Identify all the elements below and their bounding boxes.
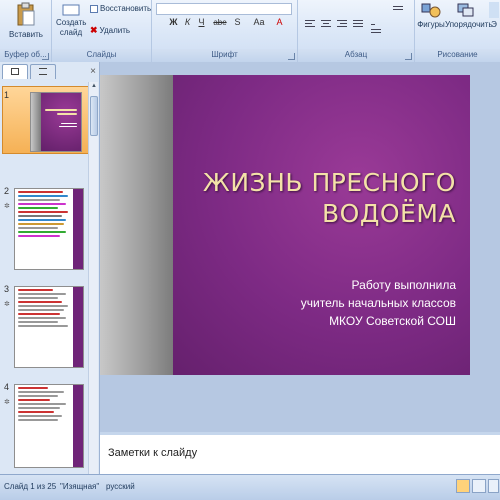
font-name-field[interactable]	[156, 3, 292, 15]
clipboard-dialog-launcher[interactable]	[42, 53, 49, 60]
normal-view-button[interactable]	[456, 479, 470, 493]
thumbnail-number: 1	[4, 90, 10, 100]
paste-label: Вставить	[9, 30, 43, 39]
columns-icon[interactable]	[370, 18, 382, 33]
slide-counter: Слайд 1 из 25	[4, 482, 57, 491]
font-color-button[interactable]: A	[274, 16, 285, 29]
quick-styles-label: Э	[491, 20, 497, 29]
delete-icon: ✖	[90, 25, 98, 35]
shapes-icon	[421, 2, 441, 18]
paragraph-group: Абзац	[298, 0, 415, 62]
quick-styles-button[interactable]: Э	[489, 2, 499, 29]
thumbnail-number: 3	[4, 284, 10, 294]
font-dialog-launcher[interactable]	[288, 53, 295, 60]
language-indicator[interactable]: русский	[106, 482, 135, 491]
slides-group: Создать слайд Восстановить ✖ Удалить Сла…	[52, 0, 152, 62]
font-group-label: Шрифт	[152, 49, 297, 62]
slideshow-view-button[interactable]	[488, 479, 499, 493]
paste-button[interactable]: Вставить	[3, 2, 49, 39]
tab-slides[interactable]	[2, 64, 28, 79]
subtitle-line: учитель начальных классов	[300, 296, 456, 310]
underline-button[interactable]: Ч	[196, 16, 207, 29]
shapes-button[interactable]: Фигуры	[417, 2, 445, 29]
thumbnail-row[interactable]: 3 ✲	[0, 282, 90, 370]
animation-icon: ✲	[4, 203, 10, 210]
arrange-label: Упорядочить	[445, 20, 493, 29]
thumbnail-number: 2	[4, 186, 10, 196]
slides-icon	[11, 68, 19, 75]
animation-icon: ✲	[4, 399, 10, 406]
slide-subtitle[interactable]: Работу выполнила учитель начальных класс…	[301, 276, 456, 330]
shadow-button[interactable]: S	[232, 16, 243, 29]
thumbnail-number: 4	[4, 382, 10, 392]
slide-decor-band	[100, 75, 173, 375]
scroll-up-icon[interactable]: ▲	[90, 83, 98, 93]
italic-button[interactable]: К	[182, 16, 193, 29]
slide-title-line: ВОДОЁМА	[321, 199, 456, 228]
clipboard-group: Вставить Буфер об...	[0, 0, 52, 62]
new-slide-icon	[62, 4, 80, 16]
new-slide-label: Создать слайд	[56, 18, 87, 37]
scroll-thumb[interactable]	[90, 96, 98, 136]
bold-button[interactable]: Ж	[168, 16, 179, 29]
align-left-icon[interactable]	[304, 18, 316, 29]
animation-icon: ✲	[4, 301, 10, 308]
align-right-icon[interactable]	[336, 18, 348, 29]
slide-sorter-view-button[interactable]	[472, 479, 486, 493]
restore-icon	[90, 4, 98, 13]
slides-panel: × 1 2 ✲ 3 ✲ 4 ✲ ▲	[0, 62, 100, 474]
theme-name: "Изящная"	[60, 482, 100, 491]
arrange-button[interactable]: Упорядочить	[445, 2, 493, 29]
delete-slide-button[interactable]: ✖ Удалить	[90, 25, 130, 36]
thumbnail-row[interactable]: 4 ✲	[0, 380, 90, 468]
subtitle-line: МКОУ Советской СОШ	[329, 314, 456, 328]
panel-tabs: ×	[0, 64, 100, 80]
quick-styles-icon	[489, 2, 499, 18]
text-direction-icon[interactable]	[392, 4, 404, 15]
ribbon: Вставить Буфер об... Создать слайд Восст…	[0, 0, 500, 62]
slide-canvas[interactable]: ЖИЗНЬ ПРЕСНОГО ВОДОЁМА Работу выполнила …	[100, 75, 470, 375]
change-case-button[interactable]: Аа	[252, 16, 266, 29]
slide-thumbnail[interactable]	[14, 286, 84, 368]
outline-icon	[39, 68, 47, 75]
delete-label: Удалить	[99, 26, 131, 35]
slides-group-label: Слайды	[52, 49, 151, 62]
notes-placeholder: Заметки к слайду	[108, 447, 198, 459]
font-group: Ж К Ч abe S Аа A Шрифт	[152, 0, 298, 62]
drawing-group: Фигуры Упорядочить Э Рисование	[415, 0, 500, 62]
slide-edit-area: ЖИЗНЬ ПРЕСНОГО ВОДОЁМА Работу выполнила …	[100, 62, 500, 432]
paragraph-dialog-launcher[interactable]	[405, 53, 412, 60]
arrange-icon	[456, 2, 476, 18]
thumbnail-row[interactable]: 2 ✲	[0, 184, 90, 272]
restore-button[interactable]: Восстановить	[90, 4, 151, 13]
paragraph-group-label: Абзац	[298, 49, 414, 62]
paste-icon	[16, 2, 36, 28]
slide-thumbnail[interactable]	[14, 188, 84, 270]
new-slide-button[interactable]: Создать слайд	[56, 4, 86, 38]
slide-thumbnail[interactable]	[14, 384, 84, 468]
shapes-label: Фигуры	[417, 20, 445, 29]
slide-title[interactable]: ЖИЗНЬ ПРЕСНОГО ВОДОЁМА	[203, 167, 456, 229]
panel-scrollbar[interactable]: ▲	[88, 82, 98, 474]
strikethrough-button[interactable]: abe	[212, 16, 228, 29]
close-icon[interactable]: ×	[90, 66, 96, 77]
status-bar: Слайд 1 из 25 "Изящная" русский	[0, 474, 500, 500]
thumbnail-row[interactable]: 1	[0, 88, 90, 176]
subtitle-line: Работу выполнила	[351, 278, 456, 292]
align-center-icon[interactable]	[320, 18, 332, 29]
slide-thumbnail[interactable]	[30, 92, 82, 152]
justify-icon[interactable]	[352, 18, 364, 29]
drawing-group-label: Рисование	[415, 49, 500, 62]
tab-outline[interactable]	[30, 64, 56, 79]
restore-label: Восстановить	[100, 4, 152, 13]
notes-pane[interactable]: Заметки к слайду	[100, 432, 500, 474]
slide-title-line: ЖИЗНЬ ПРЕСНОГО	[202, 168, 456, 197]
